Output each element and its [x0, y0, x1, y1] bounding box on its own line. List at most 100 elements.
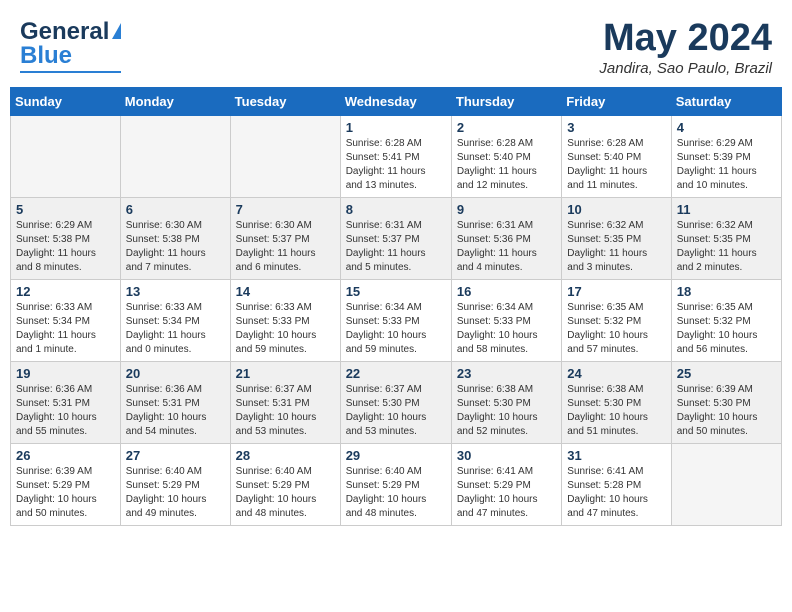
table-row: 16Sunrise: 6:34 AM Sunset: 5:33 PM Dayli…	[451, 279, 561, 361]
day-info: Sunrise: 6:40 AM Sunset: 5:29 PM Dayligh…	[236, 465, 335, 521]
day-number: 7	[236, 202, 335, 217]
day-info: Sunrise: 6:41 AM Sunset: 5:29 PM Dayligh…	[457, 465, 556, 521]
logo-underline	[20, 71, 121, 73]
day-number: 24	[567, 366, 665, 381]
table-row	[230, 115, 340, 197]
day-number: 11	[677, 202, 776, 217]
table-row: 19 Sunrise: 6:36 AM Sunset: 5:31 PM Dayli…	[11, 361, 121, 443]
calendar-week-row: 1Sunrise: 6:28 AM Sunset: 5:41 PM Daylig…	[11, 115, 782, 197]
day-info: Sunrise: 6:36 AM Sunset: 5:31 PM Dayligh…	[16, 383, 115, 439]
table-row: 27Sunrise: 6:40 AM Sunset: 5:29 PM Dayli…	[120, 443, 230, 525]
day-number: 18	[677, 284, 776, 299]
table-row: 17 Sunrise: 6:35 AM Sunset: 5:32 PM Dayli…	[562, 279, 671, 361]
table-row: 1Sunrise: 6:28 AM Sunset: 5:41 PM Daylig…	[340, 115, 451, 197]
table-row: 9 Sunrise: 6:31 AM Sunset: 5:36 PM Daylig…	[451, 197, 561, 279]
day-number: 13	[126, 284, 225, 299]
table-row: 28Sunrise: 6:40 AM Sunset: 5:29 PM Dayli…	[230, 443, 340, 525]
day-number: 5	[16, 202, 115, 217]
title-area: May 2024 Jandira, Sao Paulo, Brazil	[599, 18, 772, 77]
day-number: 8	[346, 202, 446, 217]
day-info: Sunrise: 6:29 AM Sunset: 5:38 PM Dayligh…	[16, 219, 115, 275]
logo-text-blue: Blue	[20, 42, 72, 70]
logo-triangle-icon	[112, 23, 121, 39]
table-row: 14Sunrise: 6:33 AM Sunset: 5:33 PM Dayli…	[230, 279, 340, 361]
day-number: 19	[16, 366, 115, 381]
day-info: Sunrise: 6:32 AM Sunset: 5:35 PM Dayligh…	[567, 219, 665, 275]
day-info: Sunrise: 6:40 AM Sunset: 5:29 PM Dayligh…	[346, 465, 446, 521]
calendar-week-row: 19 Sunrise: 6:36 AM Sunset: 5:31 PM Dayli…	[11, 361, 782, 443]
day-number: 21	[236, 366, 335, 381]
day-info: Sunrise: 6:40 AM Sunset: 5:29 PM Dayligh…	[126, 465, 225, 521]
day-info: Sunrise: 6:38 AM Sunset: 5:30 PM Dayligh…	[457, 383, 556, 439]
day-info: Sunrise: 6:28 AM Sunset: 5:40 PM Dayligh…	[457, 137, 556, 193]
table-row: 13 Sunrise: 6:33 AM Sunset: 5:34 PM Dayli…	[120, 279, 230, 361]
table-row	[11, 115, 121, 197]
table-row: 6 Sunrise: 6:30 AM Sunset: 5:38 PM Daylig…	[120, 197, 230, 279]
month-title: May 2024	[599, 18, 772, 60]
col-wednesday: Wednesday	[340, 87, 451, 115]
table-row: 2 Sunrise: 6:28 AM Sunset: 5:40 PM Daylig…	[451, 115, 561, 197]
day-info: Sunrise: 6:29 AM Sunset: 5:39 PM Dayligh…	[677, 137, 776, 193]
table-row: 11Sunrise: 6:32 AM Sunset: 5:35 PM Dayli…	[671, 197, 781, 279]
day-number: 29	[346, 448, 446, 463]
calendar-header-row: Sunday Monday Tuesday Wednesday Thursday…	[11, 87, 782, 115]
calendar-week-row: 5 Sunrise: 6:29 AM Sunset: 5:38 PM Daylig…	[11, 197, 782, 279]
location-subtitle: Jandira, Sao Paulo, Brazil	[599, 60, 772, 77]
day-number: 26	[16, 448, 115, 463]
day-number: 15	[346, 284, 446, 299]
day-info: Sunrise: 6:30 AM Sunset: 5:37 PM Dayligh…	[236, 219, 335, 275]
day-info: Sunrise: 6:34 AM Sunset: 5:33 PM Dayligh…	[457, 301, 556, 357]
table-row: 18Sunrise: 6:35 AM Sunset: 5:32 PM Dayli…	[671, 279, 781, 361]
table-row: 29 Sunrise: 6:40 AM Sunset: 5:29 PM Dayli…	[340, 443, 451, 525]
col-saturday: Saturday	[671, 87, 781, 115]
day-number: 2	[457, 120, 556, 135]
table-row: 8 Sunrise: 6:31 AM Sunset: 5:37 PM Daylig…	[340, 197, 451, 279]
day-info: Sunrise: 6:33 AM Sunset: 5:34 PM Dayligh…	[126, 301, 225, 357]
table-row: 5 Sunrise: 6:29 AM Sunset: 5:38 PM Daylig…	[11, 197, 121, 279]
calendar-table: Sunday Monday Tuesday Wednesday Thursday…	[10, 87, 782, 526]
day-info: Sunrise: 6:37 AM Sunset: 5:31 PM Dayligh…	[236, 383, 335, 439]
table-row: 25 Sunrise: 6:39 AM Sunset: 5:30 PM Dayli…	[671, 361, 781, 443]
day-number: 25	[677, 366, 776, 381]
day-number: 12	[16, 284, 115, 299]
day-info: Sunrise: 6:37 AM Sunset: 5:30 PM Dayligh…	[346, 383, 446, 439]
day-number: 14	[236, 284, 335, 299]
day-info: Sunrise: 6:31 AM Sunset: 5:37 PM Dayligh…	[346, 219, 446, 275]
day-info: Sunrise: 6:30 AM Sunset: 5:38 PM Dayligh…	[126, 219, 225, 275]
day-number: 10	[567, 202, 665, 217]
day-info: Sunrise: 6:41 AM Sunset: 5:28 PM Dayligh…	[567, 465, 665, 521]
table-row: 15 Sunrise: 6:34 AM Sunset: 5:33 PM Dayli…	[340, 279, 451, 361]
table-row: 21 Sunrise: 6:37 AM Sunset: 5:31 PM Dayli…	[230, 361, 340, 443]
day-number: 17	[567, 284, 665, 299]
day-info: Sunrise: 6:36 AM Sunset: 5:31 PM Dayligh…	[126, 383, 225, 439]
table-row: 24Sunrise: 6:38 AM Sunset: 5:30 PM Dayli…	[562, 361, 671, 443]
table-row: 20Sunrise: 6:36 AM Sunset: 5:31 PM Dayli…	[120, 361, 230, 443]
day-info: Sunrise: 6:34 AM Sunset: 5:33 PM Dayligh…	[346, 301, 446, 357]
col-friday: Friday	[562, 87, 671, 115]
day-info: Sunrise: 6:35 AM Sunset: 5:32 PM Dayligh…	[567, 301, 665, 357]
table-row	[120, 115, 230, 197]
day-number: 30	[457, 448, 556, 463]
day-info: Sunrise: 6:33 AM Sunset: 5:34 PM Dayligh…	[16, 301, 115, 357]
table-row: 22 Sunrise: 6:37 AM Sunset: 5:30 PM Dayli…	[340, 361, 451, 443]
day-number: 9	[457, 202, 556, 217]
table-row: 26Sunrise: 6:39 AM Sunset: 5:29 PM Dayli…	[11, 443, 121, 525]
day-number: 6	[126, 202, 225, 217]
page-header: General Blue May 2024 Jandira, Sao Paulo…	[10, 10, 782, 83]
table-row: 4 Sunrise: 6:29 AM Sunset: 5:39 PM Daylig…	[671, 115, 781, 197]
col-monday: Monday	[120, 87, 230, 115]
col-tuesday: Tuesday	[230, 87, 340, 115]
day-info: Sunrise: 6:31 AM Sunset: 5:36 PM Dayligh…	[457, 219, 556, 275]
day-info: Sunrise: 6:39 AM Sunset: 5:30 PM Dayligh…	[677, 383, 776, 439]
calendar-week-row: 26Sunrise: 6:39 AM Sunset: 5:29 PM Dayli…	[11, 443, 782, 525]
logo: General Blue	[20, 18, 121, 73]
day-number: 22	[346, 366, 446, 381]
col-sunday: Sunday	[11, 87, 121, 115]
table-row	[671, 443, 781, 525]
table-row: 3Sunrise: 6:28 AM Sunset: 5:40 PM Daylig…	[562, 115, 671, 197]
table-row: 23 Sunrise: 6:38 AM Sunset: 5:30 PM Dayli…	[451, 361, 561, 443]
day-number: 1	[346, 120, 446, 135]
table-row: 31Sunrise: 6:41 AM Sunset: 5:28 PM Dayli…	[562, 443, 671, 525]
day-number: 23	[457, 366, 556, 381]
day-number: 4	[677, 120, 776, 135]
